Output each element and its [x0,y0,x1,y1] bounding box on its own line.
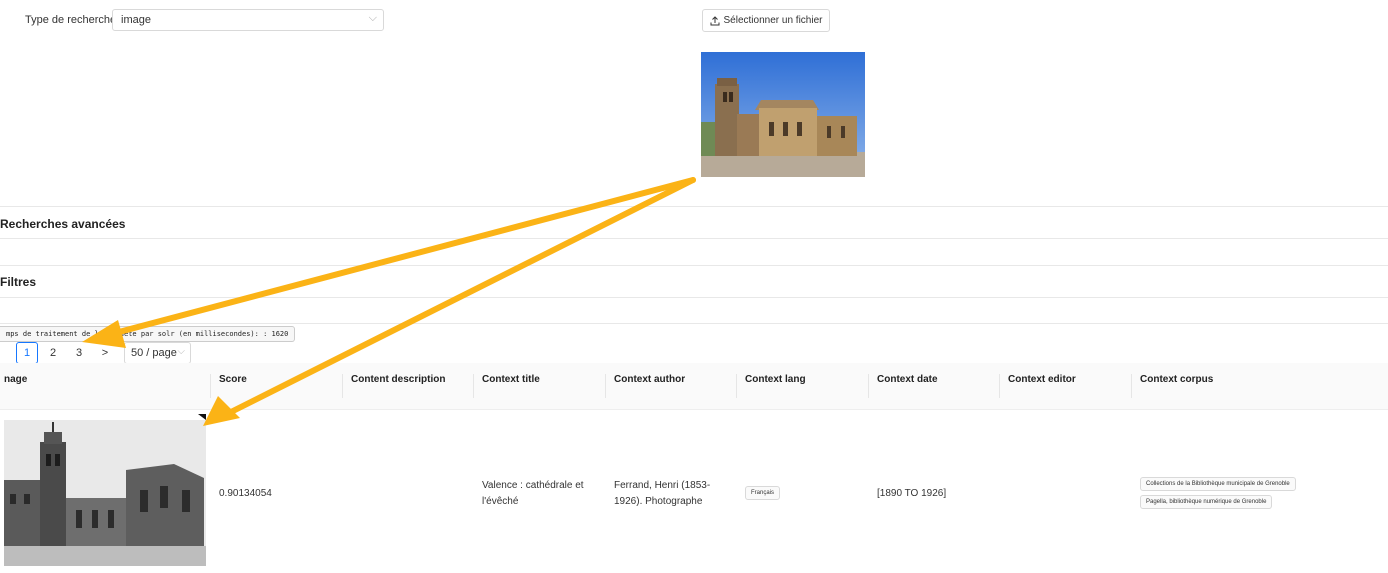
annotation-arrows [82,177,696,426]
arrow-to-result [220,177,696,419]
arrow-head-timing [82,320,126,348]
arrow-to-timing [101,177,696,339]
